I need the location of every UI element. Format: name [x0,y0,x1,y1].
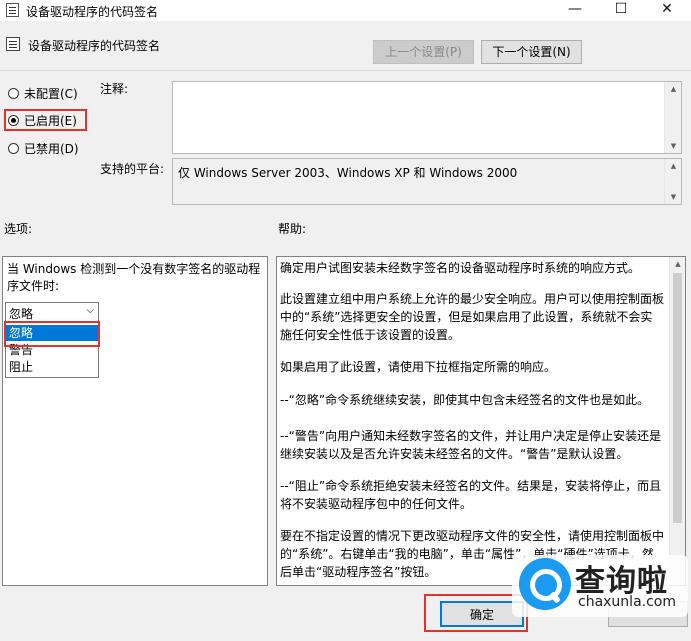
previous-setting-button[interactable]: 上一个设置(P) [373,40,474,64]
scroll-down-arrow-icon[interactable]: ▼ [665,190,682,204]
watermark-url: chaxunla.com [578,594,676,610]
response-dropdown[interactable]: 忽略 ⌵ [5,302,99,322]
policy-settings-icon [6,37,20,51]
platform-label: 支持的平台: [100,162,165,176]
help-panel: 确定用户试图安装未经数字签名的设备驱动程序时系统的响应方式。 此设置建立组中用户… [276,256,686,586]
scroll-thumb[interactable] [673,273,682,523]
radio-disabled-label: 已禁用(D) [24,141,79,156]
radio-circle [8,142,19,154]
help-paragraph: --“阻止”命令系统拒绝安装未经签名的文件。结果是，安装将停止，而且将不安装驱动… [280,479,662,511]
help-paragraph: 如果启用了此设置，请使用下拉框指定所需的响应。 [280,360,557,374]
comment-scrollbar[interactable]: ▲ ▼ [664,82,681,153]
window-title: 设备驱动程序的代码签名 [26,5,159,19]
radio-not-configured[interactable]: 未配置(C) [8,84,78,102]
radio-enabled[interactable]: 已启用(E) [8,111,77,129]
scroll-down-arrow-icon[interactable]: ▼ [665,139,682,153]
radio-enabled-label: 已启用(E) [24,113,77,128]
header-divider [0,70,691,71]
dropdown-selected-value: 忽略 [9,307,34,321]
radio-disabled[interactable]: 已禁用(D) [8,139,79,157]
maximize-button[interactable]: ☐ [598,0,644,21]
help-paragraph: 此设置建立组中用户系统上允许的最少安全响应。用户可以使用控制面板中的“系统”选择… [280,292,665,342]
help-paragraph: 确定用户试图安装未经数字签名的设备驱动程序时系统的响应方式。 [280,261,641,275]
comment-label: 注释: [100,82,129,96]
radio-not-configured-label: 未配置(C) [24,86,78,101]
options-description: 当 Windows 检测到一个没有数字签名的驱动程序文件时: [7,262,261,293]
option-highlight-box [4,321,100,347]
dropdown-option-block[interactable]: 阻止 [6,359,98,375]
chevron-down-icon[interactable]: ⌵ [86,305,94,316]
policy-name: 设备驱动程序的代码签名 [28,39,161,53]
help-paragraph: --“警告”向用户通知未经数字签名的文件，并让用户决定是停止安装还是继续安装以及… [280,429,662,461]
comment-textarea[interactable]: ▲ ▼ [172,81,682,154]
policy-window-icon [6,3,19,17]
platform-value: 仅 Windows Server 2003、Windows XP 和 Windo… [178,166,518,180]
watermark-logo-icon [519,558,571,610]
close-button[interactable]: ✕ [644,0,690,21]
next-setting-button[interactable]: 下一个设置(N) [481,40,582,64]
scroll-up-arrow-icon[interactable]: ▲ [665,159,682,173]
scroll-up-arrow-icon[interactable]: ▲ [665,82,682,96]
platform-field: 仅 Windows Server 2003、Windows XP 和 Windo… [172,158,682,205]
help-scrollbar[interactable]: ▲ [669,257,685,585]
platform-scrollbar[interactable]: ▲ ▼ [664,159,681,204]
options-heading: 选项: [4,222,33,236]
help-heading: 帮助: [278,222,307,236]
radio-circle [8,87,19,99]
scroll-up-arrow-icon[interactable]: ▲ [670,257,685,271]
radio-circle-checked [8,114,19,126]
help-paragraph: --“忽略”命令系统继续安装，即使其中包含未经签名的文件也是如此。 [280,393,650,407]
minimize-button[interactable]: — [552,0,598,21]
